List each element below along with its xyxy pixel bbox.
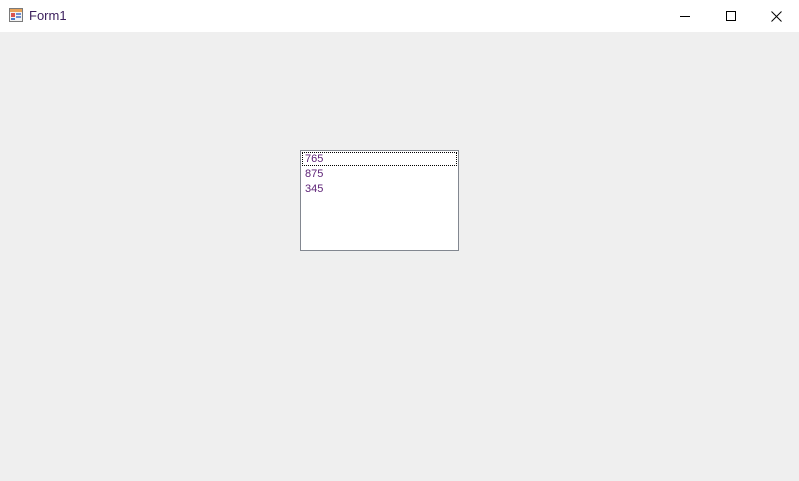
form-window: Form1 765 875 345 <box>0 0 799 481</box>
maximize-icon <box>726 11 736 21</box>
list-item[interactable]: 875 <box>302 167 457 181</box>
minimize-icon <box>680 11 690 21</box>
list-item-label: 875 <box>305 168 324 180</box>
minimize-button[interactable] <box>662 0 708 32</box>
window-title: Form1 <box>29 8 67 23</box>
close-button[interactable] <box>753 0 799 32</box>
winforms-app-icon[interactable] <box>9 8 23 22</box>
numbers-listbox[interactable]: 765 875 345 <box>300 150 459 251</box>
title-bar[interactable]: Form1 <box>0 0 799 32</box>
list-item-label: 765 <box>305 153 324 165</box>
list-item[interactable]: 765 <box>302 152 457 166</box>
list-item[interactable]: 345 <box>302 182 457 196</box>
close-icon <box>770 10 782 22</box>
maximize-button[interactable] <box>708 0 754 32</box>
list-item-label: 345 <box>305 183 324 195</box>
